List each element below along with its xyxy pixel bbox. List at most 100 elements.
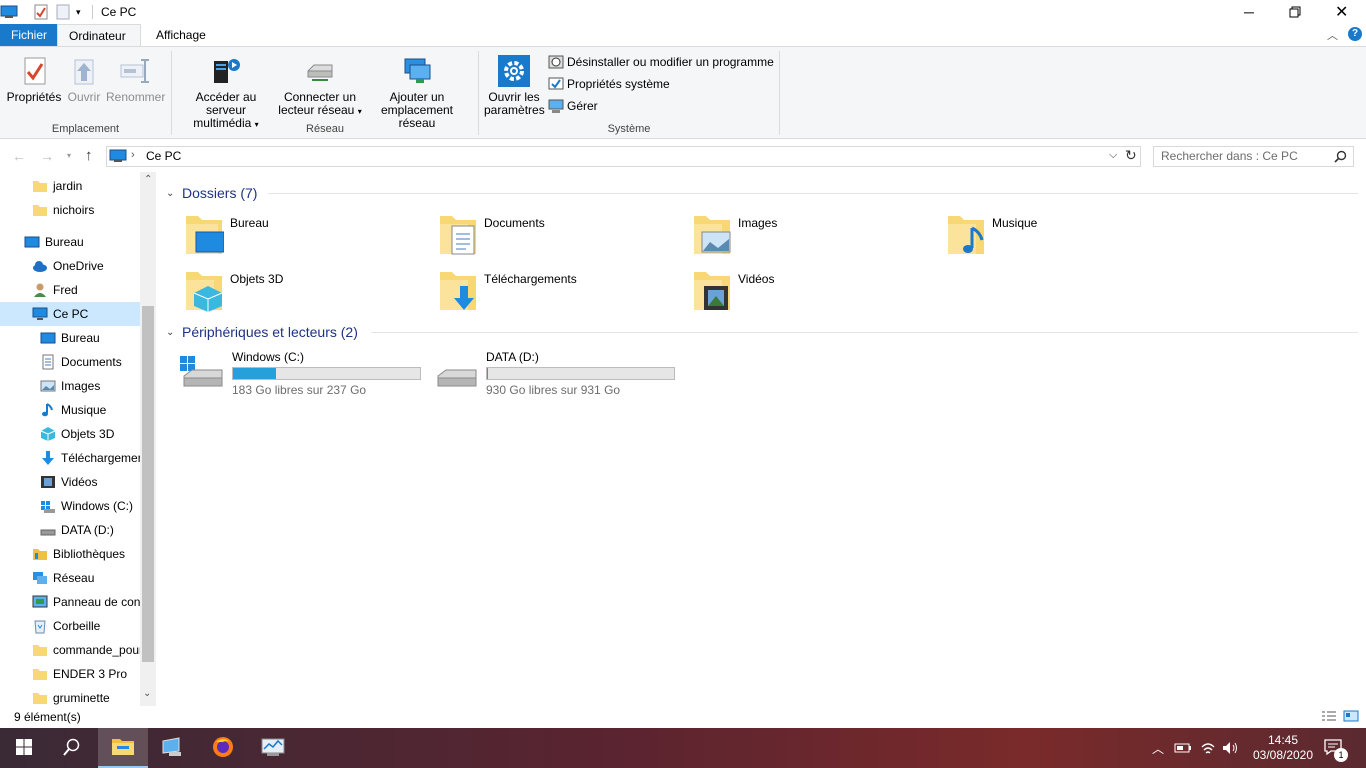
close-button[interactable]: ✕ <box>1335 3 1348 21</box>
drive-tile-windows-c[interactable]: Windows (C:) 183 Go libres sur 237 Go <box>180 350 430 397</box>
file-explorer-taskbar-button[interactable] <box>98 728 148 768</box>
refresh-icon[interactable]: ↻ <box>1125 147 1137 164</box>
nav-item-windows-c[interactable]: Windows (C:) <box>0 494 140 518</box>
app-taskbar-button[interactable] <box>248 728 298 768</box>
map-network-drive-button[interactable]: Connecter un lecteur réseau ▾ <box>278 55 362 118</box>
nav-item-bibliotheques[interactable]: Bibliothèques <box>0 542 140 566</box>
item-count: 9 élément(s) <box>14 710 81 724</box>
nav-item-musique[interactable]: Musique <box>0 398 140 422</box>
minimize-button[interactable]: ─ <box>1244 3 1254 21</box>
rename-icon <box>119 55 151 87</box>
media-server-button[interactable]: Accéder au serveur multimédia ▾ <box>176 55 276 131</box>
restore-button[interactable] <box>1289 3 1301 21</box>
tab-ordinateur[interactable]: Ordinateur <box>57 24 141 46</box>
nav-item-reseau[interactable]: Réseau <box>0 566 140 590</box>
folder-tile-objets-3d[interactable]: Objets 3D <box>184 268 424 318</box>
settings-gear-icon <box>498 55 530 87</box>
clock[interactable]: 14:45 03/08/2020 <box>1248 728 1318 768</box>
nav-item-telechargements[interactable]: Téléchargements <box>0 446 140 470</box>
nav-item-bureau[interactable]: Bureau <box>0 326 140 350</box>
this-pc-icon <box>0 3 18 21</box>
breadcrumb-path[interactable]: Ce PC <box>146 149 181 163</box>
clock-date: 03/08/2020 <box>1252 748 1314 762</box>
help-icon[interactable]: ? <box>1348 27 1362 41</box>
tab-fichier[interactable]: Fichier <box>0 24 57 46</box>
ribbon: Propriétés Ouvrir Renommer Emplacement A… <box>0 46 1366 139</box>
properties-button[interactable]: Propriétés <box>6 55 62 104</box>
folders-group-header[interactable]: ⌄ Dossiers (7) <box>166 182 257 204</box>
drives-group-header[interactable]: ⌄ Périphériques et lecteurs (2) <box>166 321 358 343</box>
open-icon <box>68 55 100 87</box>
title-bar: ▾ Ce PC ─ ✕ <box>0 0 1366 24</box>
nav-item-fred[interactable]: Fred <box>0 278 140 302</box>
open-button[interactable]: Ouvrir <box>64 55 104 104</box>
nav-item-jardin[interactable]: jardin <box>0 174 140 198</box>
system-properties-button[interactable]: Propriétés système <box>548 75 670 93</box>
nav-item-data-d[interactable]: DATA (D:) <box>0 518 140 542</box>
nav-item-videos[interactable]: Vidéos <box>0 470 140 494</box>
properties-quick-icon[interactable] <box>33 3 49 21</box>
search-taskbar-button[interactable] <box>48 728 96 768</box>
music-folder-icon <box>946 212 986 256</box>
address-dropdown-icon[interactable]: ⌵ <box>1109 149 1117 162</box>
details-view-icon[interactable] <box>1321 710 1337 725</box>
clock-time: 14:45 <box>1267 733 1299 747</box>
manage-button[interactable]: Gérer <box>548 97 598 115</box>
battery-icon[interactable] <box>1174 728 1192 768</box>
nav-scrollbar[interactable]: ⌃ ⌄ <box>140 172 156 706</box>
nav-item-ender-3-pro[interactable]: ENDER 3 Pro <box>0 662 140 686</box>
forward-arrow-icon[interactable]: → <box>40 148 54 164</box>
scroll-up-arrow-icon[interactable]: ⌃ <box>144 174 152 185</box>
folder-tile-musique[interactable]: Musique <box>946 212 1186 262</box>
recent-locations-chevron-icon[interactable]: ▾ <box>67 151 71 160</box>
firefox-taskbar-button[interactable] <box>198 728 248 768</box>
drive-tile-data-d[interactable]: DATA (D:) 930 Go libres sur 931 Go <box>434 350 684 397</box>
nav-item-onedrive[interactable]: OneDrive <box>0 254 140 278</box>
nav-item-nichoirs[interactable]: nichoirs <box>0 198 140 222</box>
show-hidden-icons-chevron[interactable]: ︿ <box>1152 728 1164 768</box>
folder-tile-documents[interactable]: Documents <box>438 212 678 262</box>
folder-tile-telechargements[interactable]: Téléchargements <box>438 268 678 318</box>
new-folder-quick-icon[interactable] <box>56 3 70 21</box>
nav-item-images[interactable]: Images <box>0 374 140 398</box>
tiles-view-icon[interactable] <box>1343 710 1359 725</box>
folder-tile-bureau[interactable]: Bureau <box>184 212 424 262</box>
scrollbar-thumb[interactable] <box>142 306 154 662</box>
start-button[interactable] <box>0 728 48 768</box>
search-icon <box>63 738 81 759</box>
computer-taskbar-button[interactable] <box>148 728 198 768</box>
search-input[interactable]: Rechercher dans : Ce PC <box>1153 146 1354 167</box>
firefox-icon <box>212 736 234 761</box>
folder-icon <box>32 202 48 218</box>
scroll-down-arrow-icon[interactable]: ⌄ <box>143 688 151 699</box>
folder-tile-videos[interactable]: Vidéos <box>692 268 932 318</box>
wifi-icon[interactable] <box>1200 728 1216 768</box>
action-center-button[interactable]: 1 <box>1324 728 1348 768</box>
customize-toolbar-dropdown[interactable]: ▾ <box>76 3 81 21</box>
nav-item-corbeille[interactable]: Corbeille <box>0 614 140 638</box>
address-bar[interactable]: › Ce PC ⌵ ↻ <box>106 146 1141 167</box>
nav-item-panneau-config[interactable]: Panneau de configuration <box>0 590 140 614</box>
documents-icon <box>40 354 56 370</box>
folder-tile-images[interactable]: Images <box>692 212 932 262</box>
desktop-icon <box>40 330 56 346</box>
group-label-reseau: Réseau <box>306 123 344 135</box>
nav-item-bureau-root[interactable]: Bureau <box>0 230 140 254</box>
ribbon-separator <box>779 51 780 135</box>
nav-item-ce-pc[interactable]: Ce PC <box>0 302 140 326</box>
breadcrumb-chevron-icon[interactable]: › <box>131 149 135 161</box>
tab-affichage[interactable]: Affichage <box>145 24 217 46</box>
images-icon <box>40 378 56 394</box>
add-network-location-button[interactable]: Ajouter un emplacement réseau <box>362 55 472 130</box>
rename-button[interactable]: Renommer <box>106 55 165 104</box>
nav-item-commande-pour[interactable]: commande_pour <box>0 638 140 662</box>
nav-item-objets-3d[interactable]: Objets 3D <box>0 422 140 446</box>
uninstall-program-button[interactable]: Désinstaller ou modifier un programme <box>548 53 774 71</box>
up-arrow-icon[interactable]: ↑ <box>85 147 93 164</box>
back-arrow-icon[interactable]: ← <box>12 148 26 164</box>
nav-item-documents[interactable]: Documents <box>0 350 140 374</box>
open-settings-button[interactable]: Ouvrir les paramètres <box>484 55 545 117</box>
collapse-ribbon-icon[interactable]: ︿ <box>1327 27 1338 43</box>
volume-icon[interactable] <box>1222 728 1240 768</box>
network-drive-icon <box>304 55 336 87</box>
